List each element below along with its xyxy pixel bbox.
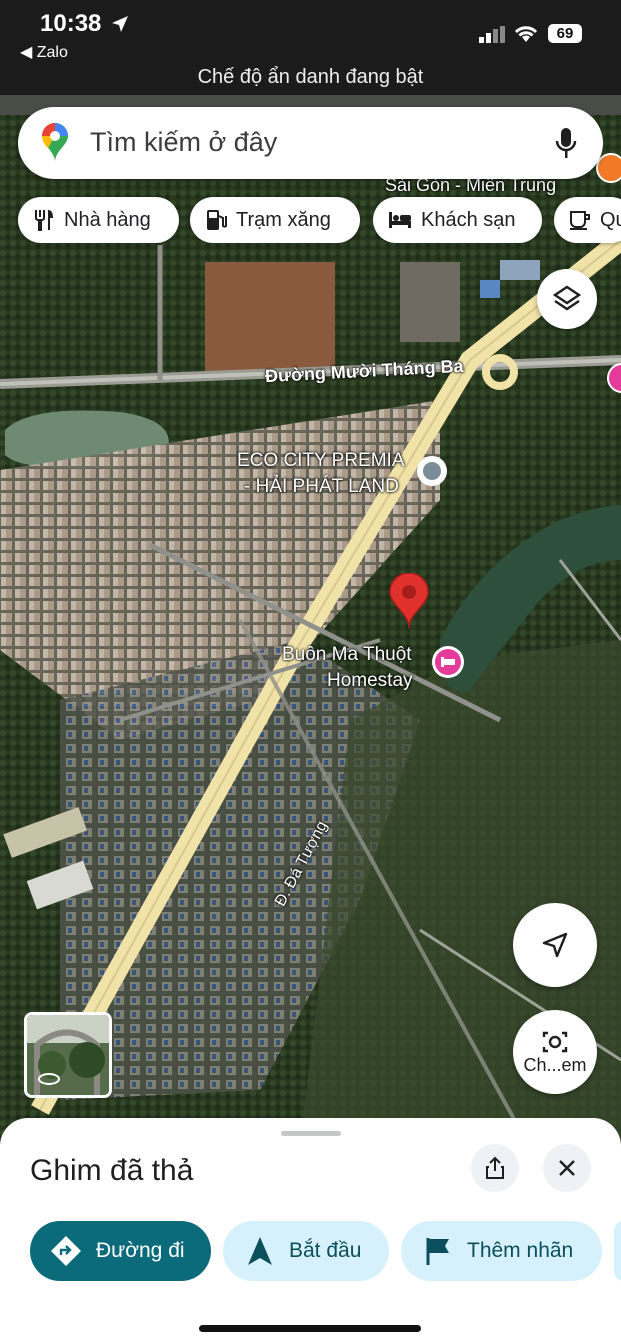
- google-maps-logo-icon: [42, 123, 68, 162]
- status-time: 10:38: [40, 10, 102, 37]
- coffee-icon: [570, 211, 590, 230]
- layers-icon: [552, 285, 582, 311]
- chip-restaurants[interactable]: Nhà hàng: [18, 197, 179, 243]
- directions-icon: [51, 1236, 81, 1266]
- share-icon: [486, 1156, 504, 1179]
- add-label-button[interactable]: Thêm nhãn: [401, 1221, 602, 1281]
- map-label-eco-city-line2: - HẢI PHÁT LAND: [244, 476, 399, 497]
- my-location-button[interactable]: [513, 903, 597, 987]
- street-view-thumbnail[interactable]: [24, 1012, 112, 1098]
- start-button[interactable]: Bắt đầu: [223, 1221, 389, 1281]
- map-label-homestay-line1: Buôn Ma Thuột: [282, 644, 412, 665]
- map-label-eco-city-line1: ECO CITY PREMIA: [237, 450, 405, 471]
- hotel-marker[interactable]: [432, 646, 464, 678]
- chip-label: Trạm xăng: [236, 208, 331, 231]
- microphone-icon[interactable]: [554, 127, 578, 161]
- lens-button-label: Ch...em: [523, 1054, 587, 1075]
- more-actions-button[interactable]: [614, 1221, 621, 1281]
- home-indicator: [199, 1325, 421, 1332]
- map-label-homestay-line2: Homestay: [327, 670, 413, 691]
- hotel-pin-icon: [435, 649, 461, 675]
- layers-button[interactable]: [537, 269, 597, 329]
- chip-coffee[interactable]: Qu: [554, 197, 621, 243]
- camera-lens-icon: [542, 1031, 568, 1052]
- chip-hotels[interactable]: Khách sạn: [373, 197, 542, 243]
- battery-level: 69: [548, 24, 582, 43]
- rotate-360-icon: [38, 1073, 60, 1085]
- cellular-signal-icon: [479, 26, 505, 43]
- location-arrow-icon: [112, 16, 128, 32]
- navigation-arrow-icon: [248, 1237, 272, 1265]
- close-button[interactable]: [543, 1144, 591, 1192]
- start-label: Bắt đầu: [289, 1239, 362, 1262]
- lens-camera-button[interactable]: Ch...em: [513, 1010, 597, 1094]
- sheet-drag-handle[interactable]: [281, 1131, 341, 1136]
- satellite-map-imagery: [0, 95, 621, 1145]
- directions-label: Đường đi: [96, 1239, 185, 1262]
- gas-station-icon: [207, 210, 227, 230]
- restaurant-icon: [35, 210, 53, 231]
- share-button[interactable]: [471, 1144, 519, 1192]
- chip-label: Qu: [600, 208, 621, 231]
- back-to-app-link[interactable]: ◀ Zalo: [20, 42, 68, 62]
- dropped-pin-icon[interactable]: [388, 573, 430, 629]
- navigation-arrow-icon: [542, 932, 568, 958]
- place-marker[interactable]: [417, 456, 447, 486]
- search-bar[interactable]: Tìm kiếm ở đây: [18, 107, 603, 179]
- chip-gas-stations[interactable]: Trạm xăng: [190, 197, 360, 243]
- directions-button[interactable]: Đường đi: [30, 1221, 211, 1281]
- status-bar: 10:38 ◀ Zalo 69 Chế độ ẩn danh đang bật: [0, 0, 621, 95]
- add-label-label: Thêm nhãn: [467, 1239, 574, 1262]
- search-placeholder[interactable]: Tìm kiếm ở đây: [90, 127, 277, 158]
- hotel-icon: [389, 212, 411, 228]
- close-icon: [559, 1160, 575, 1176]
- sheet-title: Ghim đã thả: [30, 1154, 194, 1187]
- map-view[interactable]: Sài Gòn - Miền Trung Đường Mười Tháng Ba…: [0, 95, 621, 1145]
- bottom-sheet[interactable]: Ghim đã thả Đường đi Bắt đầu Thêm nhãn: [0, 1118, 621, 1344]
- wifi-icon: [514, 26, 538, 42]
- chip-label: Nhà hàng: [64, 208, 151, 231]
- flag-icon: [426, 1238, 449, 1265]
- chip-label: Khách sạn: [421, 208, 516, 231]
- incognito-banner: Chế độ ẩn danh đang bật: [197, 66, 424, 88]
- place-dot-icon: [423, 462, 441, 480]
